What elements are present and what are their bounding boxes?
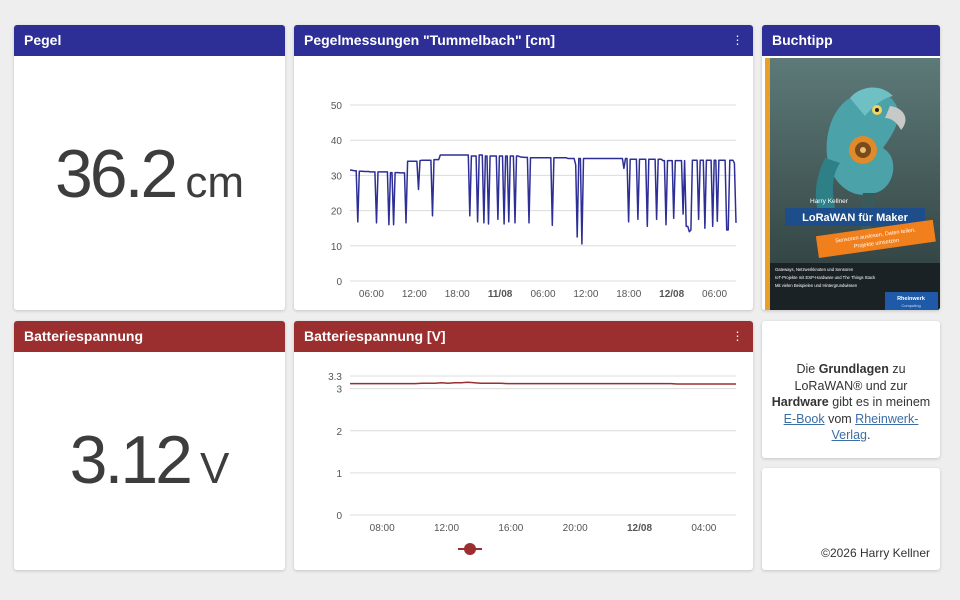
battery-series-line (350, 381, 736, 385)
book-cover-image[interactable]: Harry Kellner LoRaWAN für Maker Sensoren… (765, 58, 940, 310)
pegel-xtick-label: 11/08 (488, 289, 513, 300)
battery-xtick-label: 08:00 (370, 523, 395, 534)
pegel-ytick-label: 10 (331, 242, 343, 253)
battery-card-title: Batteriespannung (24, 328, 144, 344)
battery-xtick-label: 12:00 (434, 523, 459, 534)
battery-xtick-label: 20:00 (563, 523, 588, 534)
book-publisher: Rheinwerk (897, 296, 926, 302)
battery-ytick-label: 0 (336, 511, 342, 522)
battery-xtick-label: 12/08 (627, 523, 652, 534)
pegel-chart-header: Pegelmessungen "Tummelbach" [cm] ⋮ (294, 25, 753, 56)
battery-card: Batteriespannung 3.12 V (14, 321, 285, 570)
pegel-xtick-label: 06:00 (530, 289, 555, 300)
battery-ytick-label: 2 (336, 427, 342, 438)
info-text-part: Die (796, 362, 819, 376)
info-text-part: . (866, 428, 871, 442)
battery-chart: 0 1 2 3 3.3 08:00 12:00 16:00 20:00 12/08 04:00 (328, 372, 736, 555)
pegel-value: 36.2 cm (14, 135, 285, 213)
pegel-value-number: 36.2 (54, 136, 178, 212)
book-bullet-1: Gateways, Netzwerkknoten und Sensoren (775, 267, 854, 272)
battery-ytick-label: 3.3 (328, 372, 342, 383)
pegel-ytick-label: 0 (336, 277, 342, 288)
pegel-chart-menu-icon[interactable]: ⋮ (729, 25, 745, 56)
info-card: Die Grundlagen zu LoRaWAN® und zur Hardw… (762, 321, 940, 458)
info-text-part: gibt es in meinem (828, 395, 931, 409)
pegel-xtick-label: 12:00 (402, 289, 427, 300)
pegel-card: Pegel 36.2 cm (14, 25, 285, 310)
battery-xtick-label: 16:00 (498, 523, 523, 534)
battery-card-header: Batteriespannung (14, 321, 285, 352)
pegel-ytick-label: 40 (331, 136, 343, 147)
battery-value-number: 3.12 (69, 422, 193, 498)
battery-legend-marker (464, 543, 476, 555)
pegel-card-header: Pegel (14, 25, 285, 56)
book-card-title: Buchtipp (772, 32, 833, 48)
battery-chart-card: Batteriespannung [V] ⋮ 0 1 2 3 3.3 08:00 12:00… (294, 321, 753, 570)
pegel-chart: 0 10 20 30 40 50 06:00 12:00 18:00 11/08 06:00 12:0… (331, 101, 737, 300)
book-bullet-2: IoT-Projekte mit ESP-Hardware und The Th… (775, 275, 876, 280)
pegel-card-title: Pegel (24, 32, 62, 48)
book-title: LoRaWAN für Maker (802, 212, 908, 224)
pegel-chart-title: Pegelmessungen "Tummelbach" [cm] (304, 32, 556, 48)
book-bullet-3: Mit vielen Beispielen und Hintergrundwis… (775, 283, 858, 288)
battery-ytick-label: 1 (336, 469, 342, 480)
pegel-chart-card: Pegelmessungen "Tummelbach" [cm] ⋮ 0 10 20… (294, 25, 753, 310)
battery-xtick-label: 04:00 (691, 523, 716, 534)
battery-chart-header: Batteriespannung [V] ⋮ (294, 321, 753, 352)
book-author: Harry Kellner (810, 198, 849, 205)
info-bold-grundlagen: Grundlagen (818, 362, 889, 376)
book-card: Buchtipp Harry Kellner LoRaWAN für Maker (762, 25, 940, 310)
book-publisher-sub: Computing (901, 303, 920, 308)
battery-chart-title: Batteriespannung [V] (304, 328, 446, 344)
info-text: Die Grundlagen zu LoRaWAN® und zur Hardw… (770, 361, 932, 444)
info-text-part: vom (824, 411, 856, 426)
pegel-xtick-label: 18:00 (445, 289, 470, 300)
pegel-xtick-label: 12/08 (659, 289, 684, 300)
pegel-ytick-label: 20 (331, 207, 343, 218)
book-card-header: Buchtipp (762, 25, 940, 56)
pegel-xtick-label: 18:00 (616, 289, 641, 300)
pegel-series-line (350, 154, 737, 245)
battery-ytick-label: 3 (336, 385, 342, 396)
battery-value-unit: V (200, 444, 230, 493)
pegel-xtick-label: 06:00 (702, 289, 727, 300)
battery-value: 3.12 V (14, 421, 285, 499)
footer-card: ©2026 Harry Kellner (762, 468, 940, 570)
ebook-link[interactable]: E-Book (784, 412, 825, 426)
info-bold-hardware: Hardware (771, 395, 829, 409)
pegel-xtick-label: 06:00 (359, 289, 384, 300)
pegel-xtick-label: 12:00 (573, 289, 598, 300)
copyright-text: ©2026 Harry Kellner (821, 546, 930, 560)
battery-chart-menu-icon[interactable]: ⋮ (729, 321, 745, 352)
pegel-ytick-label: 30 (331, 171, 343, 182)
pegel-ytick-label: 50 (331, 101, 343, 112)
pegel-value-unit: cm (185, 158, 244, 207)
